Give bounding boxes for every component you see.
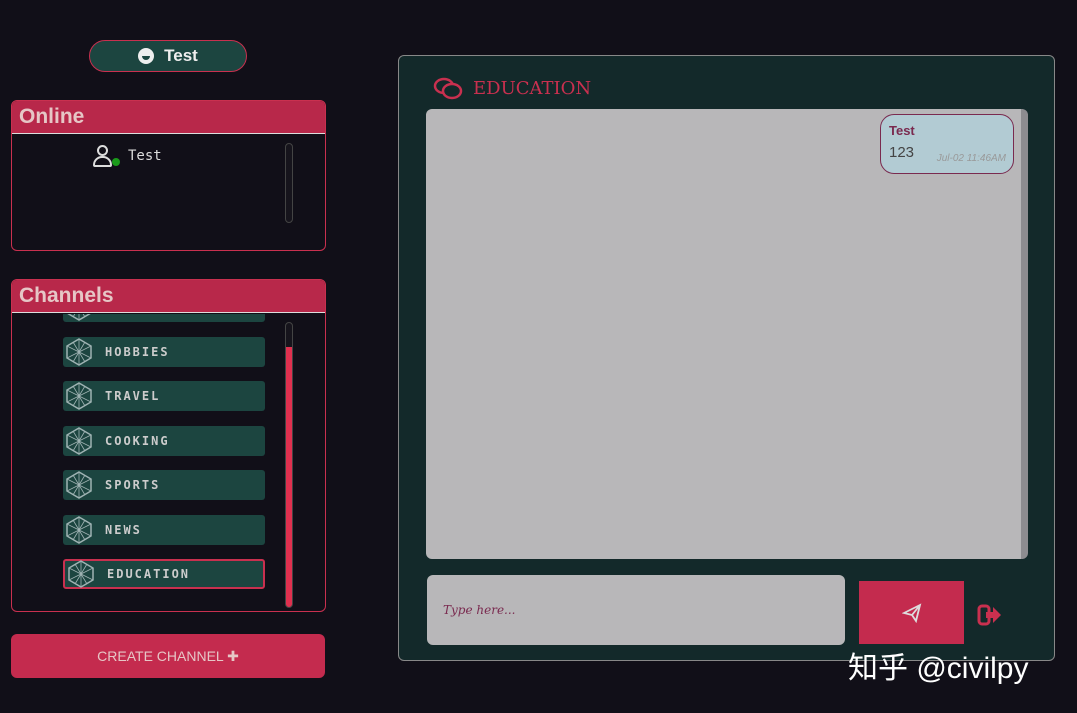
channel-item[interactable]: NEWS (63, 514, 265, 545)
channel-item[interactable]: COOKING (63, 425, 265, 456)
channel-item[interactable]: TRAVEL (63, 381, 265, 411)
chat-window: EDUCATION Test 123 Jul-02 11:46AM (398, 55, 1055, 661)
channel-name: COOKING (105, 433, 170, 448)
channel-name: TRAVEL (105, 389, 161, 403)
send-button[interactable] (859, 581, 964, 644)
cube-icon (66, 471, 92, 499)
message-sender: Test (889, 123, 915, 138)
channels-title: Channels (12, 280, 325, 313)
channel-name: HOBBIES (105, 344, 170, 359)
smile-icon (138, 48, 155, 64)
online-user-item[interactable]: Test (92, 145, 162, 167)
online-scrollbar[interactable] (285, 143, 293, 223)
user-icon (92, 145, 120, 167)
message-area: Test 123 Jul-02 11:46AM (426, 109, 1028, 559)
comments-icon (433, 77, 463, 100)
channels-scrollbar[interactable] (285, 322, 293, 608)
channel-item[interactable]: EDUCATION (63, 559, 265, 589)
message-input[interactable] (427, 575, 845, 645)
watermark: 知乎 @civilpy (848, 652, 1029, 685)
chat-header: EDUCATION (433, 76, 591, 100)
current-user-badge[interactable]: Test (89, 40, 247, 72)
online-user-name: Test (128, 148, 162, 164)
online-panel: Online Test (11, 100, 326, 251)
cube-icon (66, 337, 92, 366)
message-bubble: Test 123 Jul-02 11:46AM (880, 114, 1014, 174)
sign-out-icon[interactable] (977, 603, 1003, 627)
online-title: Online (12, 101, 325, 134)
cube-icon (66, 382, 92, 410)
paper-plane-icon (901, 602, 921, 623)
online-status-dot (112, 158, 120, 166)
channel-item[interactable]: LOUNGE (63, 314, 265, 322)
channels-panel: Channels LOUNGE HOBBIES TRAVEL COOKING SPORT… (11, 279, 326, 612)
channel-name: NEWS (105, 522, 142, 537)
cube-icon (67, 314, 91, 321)
cube-icon (66, 426, 92, 455)
channel-name: SPORTS (105, 478, 161, 492)
channel-name: EDUCATION (107, 567, 191, 581)
chat-title: EDUCATION (473, 77, 592, 99)
message-time: Jul-02 11:46AM (936, 153, 1006, 164)
create-channel-button[interactable]: CREATE CHANNEL ✚ (11, 634, 325, 678)
cube-icon (68, 560, 94, 588)
channel-item[interactable]: HOBBIES (63, 336, 265, 367)
cube-icon (66, 515, 92, 544)
current-user-name: Test (164, 46, 198, 65)
channel-item[interactable]: SPORTS (63, 470, 265, 500)
